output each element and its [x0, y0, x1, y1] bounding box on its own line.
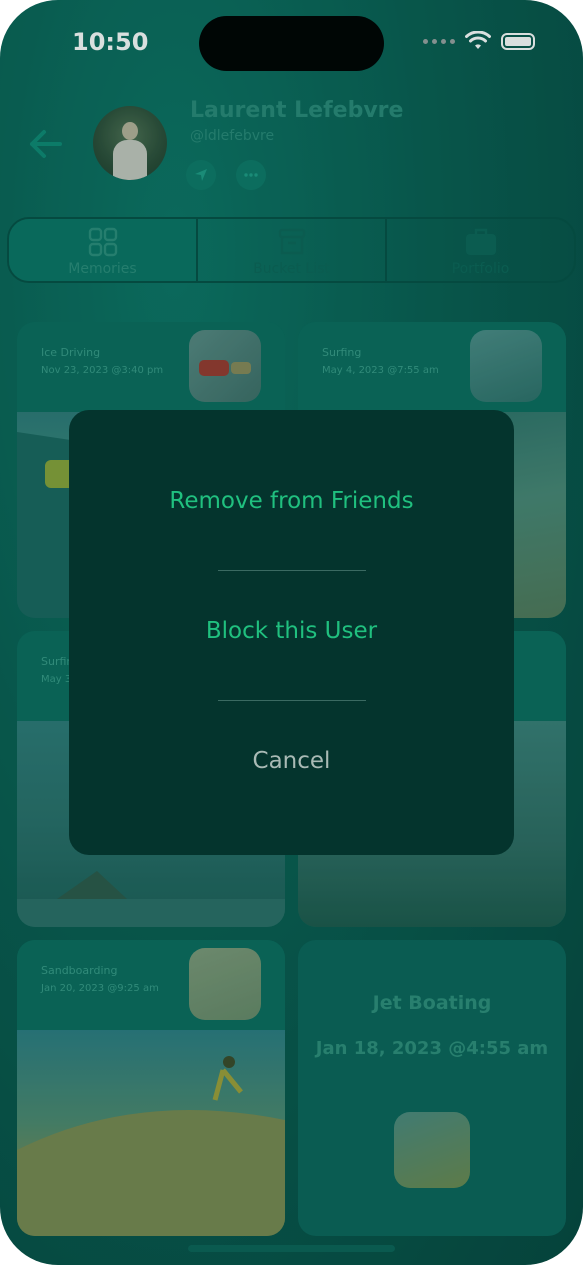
divider	[218, 700, 366, 701]
divider	[218, 570, 366, 571]
home-indicator[interactable]	[188, 1245, 395, 1252]
cancel-button[interactable]: Cancel	[69, 748, 514, 774]
remove-from-friends-button[interactable]: Remove from Friends	[69, 488, 514, 514]
block-user-button[interactable]: Block this User	[69, 618, 514, 644]
action-sheet-modal: Remove from Friends Block this User Canc…	[69, 410, 514, 855]
phone-screen: 10:50 Laurent Lefebvre @ldlefebvre Memor…	[0, 0, 583, 1265]
